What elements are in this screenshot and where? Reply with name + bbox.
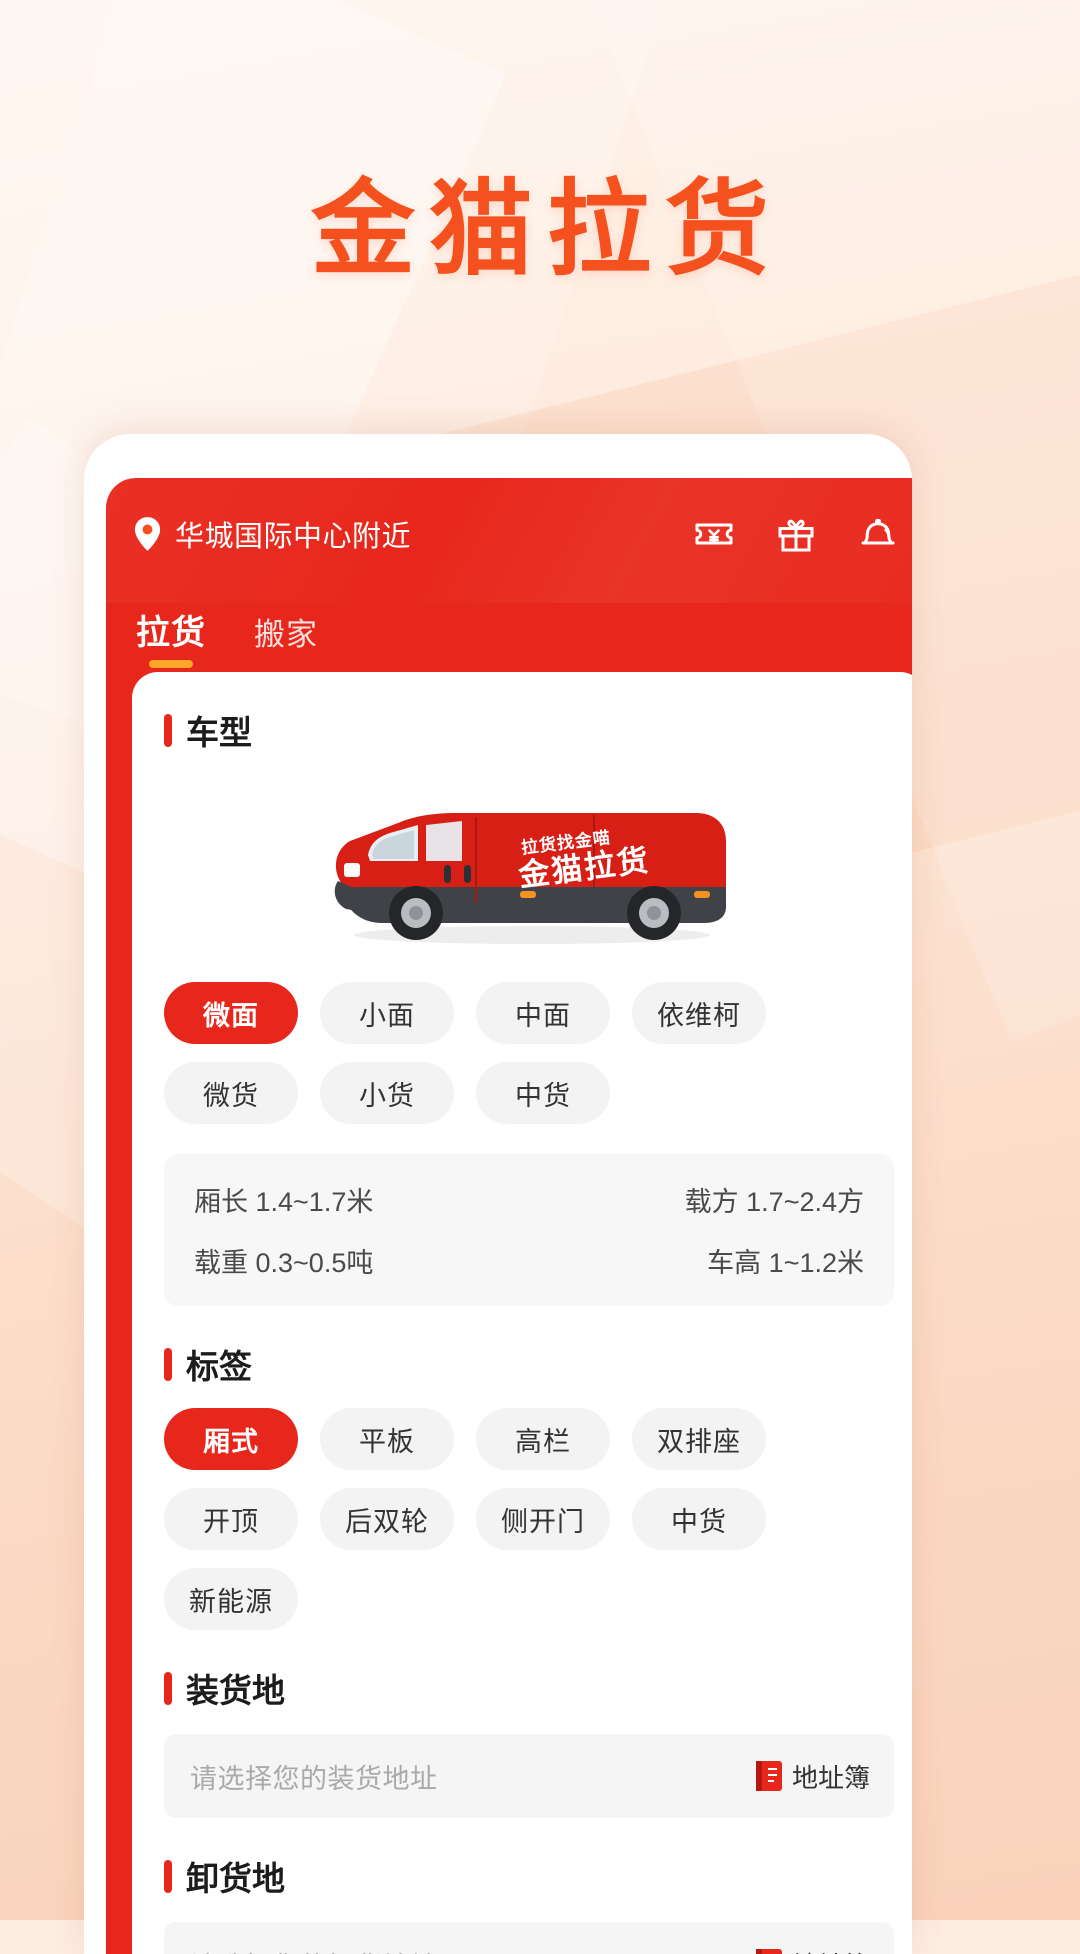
vehicle-chip-5[interactable]: 小货 [320, 1062, 454, 1124]
chip-label: 后双轮 [345, 1500, 429, 1539]
location-pin-icon [134, 517, 161, 551]
chip-label: 双排座 [657, 1420, 741, 1459]
section-title-label: 车型 [186, 706, 252, 754]
chip-label: 微货 [203, 1074, 259, 1113]
location-selector[interactable]: 华城国际中心附近 [134, 513, 692, 555]
pickup-address-book-button[interactable]: 地址簿 [756, 1758, 870, 1795]
phone-mockup-frame: 华城国际中心附近 [84, 434, 912, 1954]
title-accent-bar [164, 1348, 172, 1381]
tab-label: 拉货 [136, 614, 206, 652]
chip-label: 中货 [671, 1500, 727, 1539]
chip-label: 平板 [359, 1420, 415, 1459]
tag-chip-2[interactable]: 高栏 [476, 1408, 610, 1470]
dropoff-address-book-button[interactable]: 地址簿 [756, 1946, 870, 1954]
pickup-section: 装货地 请选择您的装货地址 地址簿 [132, 1630, 912, 1818]
tag-chip-6[interactable]: 侧开门 [476, 1488, 610, 1550]
spec-cabin-length: 厢长 1.4~1.7米 [194, 1180, 529, 1219]
chip-label: 高栏 [515, 1420, 571, 1459]
tags-section: 标签 厢式 平板 高栏 双排座 开顶 后双轮 侧开门 中货 新能源 [132, 1306, 912, 1630]
tag-chip-row: 厢式 平板 高栏 双排座 开顶 后双轮 侧开门 中货 新能源 [164, 1408, 894, 1630]
vehicle-illustration: 拉货找金喵 金猫拉货 [164, 772, 894, 962]
red-van-image: 拉货找金喵 金猫拉货 [294, 783, 764, 951]
tag-chip-0[interactable]: 厢式 [164, 1408, 298, 1470]
section-title-label: 装货地 [186, 1664, 285, 1712]
chip-label: 小面 [359, 994, 415, 1033]
address-book-icon [756, 1949, 782, 1954]
tab-active-indicator [149, 660, 193, 668]
gift-box-icon[interactable] [774, 512, 818, 556]
tab-ban-jia[interactable]: 搬家 [254, 609, 318, 672]
title-accent-bar [164, 714, 172, 747]
vehicle-section: 车型 [132, 672, 912, 1306]
spec-load-weight: 载重 0.3~0.5吨 [194, 1241, 529, 1280]
tag-chip-8[interactable]: 新能源 [164, 1568, 298, 1630]
title-accent-bar [164, 1672, 172, 1705]
vehicle-chip-4[interactable]: 微货 [164, 1062, 298, 1124]
chip-label: 开顶 [203, 1500, 259, 1539]
chip-label: 中货 [515, 1074, 571, 1113]
vehicle-chip-3[interactable]: 依维柯 [632, 982, 766, 1044]
app-screen: 华城国际中心附近 [106, 478, 912, 1954]
vehicle-section-title: 车型 [164, 672, 894, 754]
tag-chip-7[interactable]: 中货 [632, 1488, 766, 1550]
content-sheet: 车型 [132, 672, 912, 1954]
tab-la-huo[interactable]: 拉货 [136, 605, 206, 672]
bell-icon[interactable] [856, 512, 900, 556]
vehicle-chip-1[interactable]: 小面 [320, 982, 454, 1044]
vehicle-spec-panel: 厢长 1.4~1.7米 载方 1.7~2.4方 载重 0.3~0.5吨 车高 1… [164, 1154, 894, 1306]
chip-label: 依维柯 [657, 994, 741, 1033]
tab-label: 搬家 [254, 617, 318, 652]
vehicle-type-chip-row: 微面 小面 中面 依维柯 微货 小货 中货 [164, 982, 894, 1124]
promo-title: 金猫拉货 [0, 172, 1080, 286]
app-header: 华城国际中心附近 [106, 478, 912, 590]
coupon-yen-icon[interactable] [692, 512, 736, 556]
dropoff-section-title: 卸货地 [164, 1818, 894, 1900]
tags-section-title: 标签 [164, 1306, 894, 1388]
vehicle-chip-6[interactable]: 中货 [476, 1062, 610, 1124]
tag-chip-5[interactable]: 后双轮 [320, 1488, 454, 1550]
address-book-label: 地址簿 [792, 1758, 870, 1795]
section-title-label: 卸货地 [186, 1852, 285, 1900]
pickup-address-field[interactable]: 请选择您的装货地址 地址簿 [164, 1734, 894, 1818]
chip-label: 新能源 [189, 1580, 273, 1619]
header-action-group [692, 512, 900, 556]
chip-label: 中面 [515, 994, 571, 1033]
dropoff-section: 卸货地 请选择您的卸货地址 地址簿 [132, 1818, 912, 1954]
spec-height: 车高 1~1.2米 [529, 1241, 864, 1280]
vehicle-chip-0[interactable]: 微面 [164, 982, 298, 1044]
chip-label: 侧开门 [501, 1500, 585, 1539]
dropoff-address-placeholder: 请选择您的卸货地址 [190, 1945, 756, 1954]
section-title-label: 标签 [186, 1340, 252, 1388]
vehicle-chip-2[interactable]: 中面 [476, 982, 610, 1044]
pickup-address-placeholder: 请选择您的装货地址 [190, 1757, 756, 1796]
chip-label: 厢式 [203, 1420, 259, 1459]
tag-chip-1[interactable]: 平板 [320, 1408, 454, 1470]
chip-label: 小货 [359, 1074, 415, 1113]
dropoff-address-field[interactable]: 请选择您的卸货地址 地址簿 [164, 1922, 894, 1954]
chip-label: 微面 [203, 994, 259, 1033]
tag-chip-3[interactable]: 双排座 [632, 1408, 766, 1470]
spec-volume: 载方 1.7~2.4方 [529, 1180, 864, 1219]
pickup-section-title: 装货地 [164, 1630, 894, 1712]
address-book-icon [756, 1761, 782, 1791]
title-accent-bar [164, 1860, 172, 1893]
tag-chip-4[interactable]: 开顶 [164, 1488, 298, 1550]
location-label: 华城国际中心附近 [175, 513, 411, 555]
address-book-label: 地址簿 [792, 1946, 870, 1954]
main-tab-bar: 拉货 搬家 [106, 590, 912, 672]
